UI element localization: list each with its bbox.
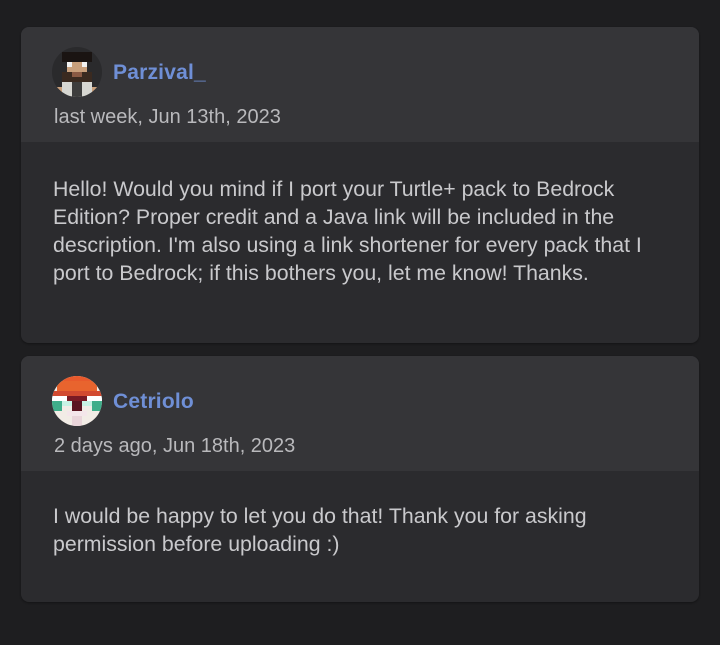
comment-author[interactable]: Cetriolo (113, 390, 194, 414)
comment-card: Parzival_ last week, Jun 13th, 2023 Hell… (21, 27, 699, 343)
pixel-mushroom-avatar-icon[interactable] (52, 376, 102, 426)
comment-timestamp: 2 days ago, Jun 18th, 2023 (54, 435, 296, 457)
comment-author[interactable]: Parzival_ (113, 61, 206, 85)
comment-text: Hello! Would you mind if I port your Tur… (53, 177, 642, 285)
comment-card: Cetriolo 2 days ago, Jun 18th, 2023 I wo… (21, 356, 699, 602)
pixel-bearded-man-avatar-icon[interactable] (52, 47, 102, 97)
comment-timestamp: last week, Jun 13th, 2023 (54, 106, 281, 128)
comment-header: Parzival_ last week, Jun 13th, 2023 (21, 27, 699, 142)
comment-header: Cetriolo 2 days ago, Jun 18th, 2023 (21, 356, 699, 471)
comment-feed: Parzival_ last week, Jun 13th, 2023 Hell… (0, 0, 720, 645)
comment-text: I would be happy to let you do that! Tha… (53, 504, 587, 556)
